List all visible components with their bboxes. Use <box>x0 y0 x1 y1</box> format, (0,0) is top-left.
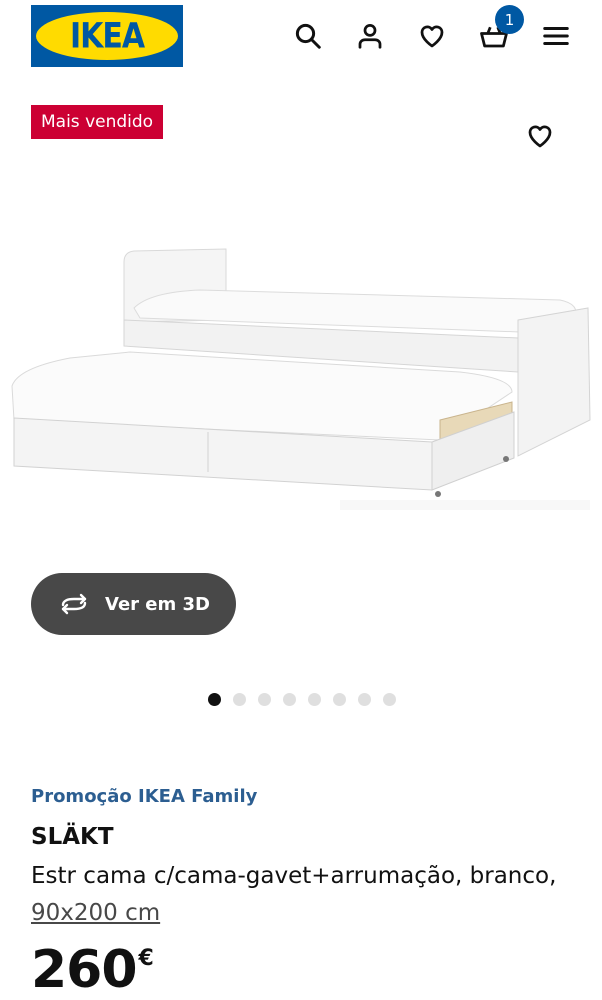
ikea-logo[interactable]: IKEA <box>31 5 183 67</box>
logo-text: IKEA <box>69 15 145 57</box>
rotate-3d-icon <box>61 593 87 615</box>
carousel-dot-4[interactable] <box>283 693 296 706</box>
menu-icon[interactable] <box>536 16 576 56</box>
header: IKEA 1 <box>0 0 602 75</box>
product-name: SLÄKT <box>31 824 114 850</box>
add-to-favorites-heart-icon[interactable] <box>522 118 558 154</box>
price-value: 260 <box>31 940 138 1000</box>
promo-label: Promoção IKEA Family <box>31 786 258 807</box>
view-in-3d-label: Ver em 3D <box>105 593 210 615</box>
view-in-3d-button[interactable]: Ver em 3D <box>31 573 236 635</box>
description-text: Estr cama c/cama-gavet+arrumação, branco… <box>31 863 557 889</box>
cart-count-badge: 1 <box>495 5 524 34</box>
carousel-dot-6[interactable] <box>333 693 346 706</box>
carousel-dot-8[interactable] <box>383 693 396 706</box>
best-seller-badge: Mais vendido <box>31 105 164 139</box>
product-image[interactable] <box>0 230 602 510</box>
carousel-dot-7[interactable] <box>358 693 371 706</box>
search-icon[interactable] <box>288 16 328 56</box>
carousel-dot-3[interactable] <box>258 693 271 706</box>
product-description: Estr cama c/cama-gavet+arrumação, branco… <box>31 858 571 932</box>
price-currency: € <box>138 946 154 971</box>
carousel-dot-5[interactable] <box>308 693 321 706</box>
product-size-link[interactable]: 90x200 cm <box>31 900 160 926</box>
logo-oval: IKEA <box>36 12 178 60</box>
carousel-dot-2[interactable] <box>233 693 246 706</box>
carousel-dots <box>208 693 396 706</box>
carousel-dot-1[interactable] <box>208 693 221 706</box>
product-price: 260€ <box>31 940 154 1000</box>
account-icon[interactable] <box>350 16 390 56</box>
wishlist-icon[interactable] <box>412 16 452 56</box>
